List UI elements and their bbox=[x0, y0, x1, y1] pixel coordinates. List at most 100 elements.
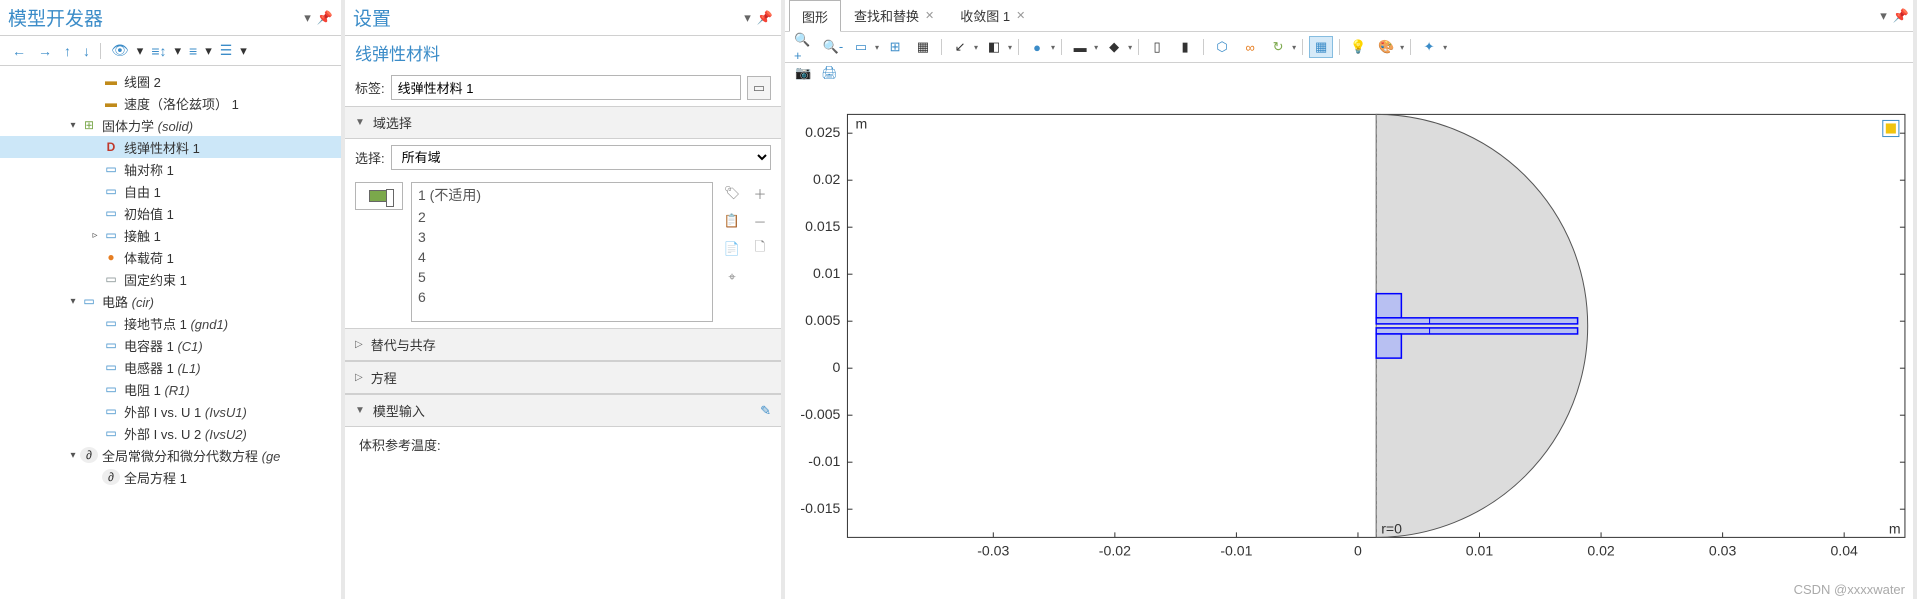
tree-row[interactable]: ▭接地节点 1 (gnd1) bbox=[0, 312, 341, 334]
edit-icon[interactable]: ✎ bbox=[760, 403, 771, 419]
expander-icon[interactable]: ▾ bbox=[66, 296, 80, 307]
expander-icon[interactable]: ▹ bbox=[88, 230, 102, 241]
plot-area[interactable]: m m r=0 0.0250.020.0150.010.0050-0.005-0… bbox=[785, 83, 1913, 599]
close-icon[interactable]: ✕ bbox=[1016, 9, 1025, 22]
tree-row[interactable]: ▭电阻 1 (R1) bbox=[0, 378, 341, 400]
camera-icon[interactable]: 📷 bbox=[795, 65, 811, 81]
svg-text:m: m bbox=[856, 115, 868, 131]
aperture-icon[interactable]: ✦ bbox=[1417, 36, 1441, 58]
clipboard-icon[interactable]: 📄 bbox=[721, 238, 743, 260]
tree-row[interactable]: ●体载荷 1 bbox=[0, 246, 341, 268]
domain-controls: 🏷 ＋ 📋 － 📄 🗋 ⌖ bbox=[721, 182, 771, 322]
down-button[interactable]: ↓ bbox=[79, 41, 94, 61]
tree-row[interactable]: ▭电感器 1 (L1) bbox=[0, 356, 341, 378]
node-icon: ▭ bbox=[102, 425, 120, 441]
show-icon[interactable]: 👁 bbox=[107, 40, 133, 61]
tree-row[interactable]: ▭外部 I vs. U 1 (IvsU1) bbox=[0, 400, 341, 422]
axis-icon[interactable]: ↙ bbox=[948, 36, 972, 58]
tag-input[interactable] bbox=[391, 75, 741, 100]
equation-header[interactable]: ▷ 方程 bbox=[345, 361, 781, 394]
tree-row[interactable]: ▬线圈 2 bbox=[0, 70, 341, 92]
paste-icon[interactable]: 🏷 bbox=[721, 182, 743, 204]
view-icon[interactable]: ◧ bbox=[982, 36, 1006, 58]
model-input-header[interactable]: ▼ 模型输入 ✎ bbox=[345, 394, 781, 427]
expander-icon[interactable]: ▾ bbox=[66, 450, 80, 461]
domain-selection-header[interactable]: ▼ 域选择 bbox=[345, 106, 781, 139]
dropdown-icon[interactable]: ▾ bbox=[1880, 8, 1887, 24]
zoom-extents-icon[interactable]: ⊞ bbox=[883, 36, 907, 58]
print-icon[interactable]: 🖨 bbox=[821, 65, 838, 81]
selection-dropdown[interactable]: 所有域 bbox=[391, 145, 771, 170]
tag-link-button[interactable]: ▭ bbox=[747, 76, 771, 100]
tree-row[interactable]: ▾▭电路 (cir) bbox=[0, 290, 341, 312]
zoom-select-icon[interactable]: ⌖ bbox=[721, 266, 743, 288]
pin-icon[interactable]: 📌 bbox=[757, 10, 773, 26]
deselect-icon[interactable]: ▮ bbox=[1173, 36, 1197, 58]
tree-row[interactable]: ▭外部 I vs. U 2 (IvsU2) bbox=[0, 422, 341, 444]
clear-icon[interactable]: 🗋 bbox=[749, 238, 771, 260]
tree-row[interactable]: ▭电容器 1 (C1) bbox=[0, 334, 341, 356]
domain-item[interactable]: 2 bbox=[412, 207, 712, 227]
select-all-icon[interactable]: ▯ bbox=[1145, 36, 1169, 58]
palette-icon[interactable]: 🎨 bbox=[1374, 36, 1398, 58]
tree-row[interactable]: ▬速度（洛伦兹项） 1 bbox=[0, 92, 341, 114]
activate-toggle[interactable] bbox=[355, 182, 403, 210]
tree-row[interactable]: ▭初始值 1 bbox=[0, 202, 341, 224]
copy-icon[interactable]: 📋 bbox=[721, 210, 743, 232]
domain-item[interactable]: 4 bbox=[412, 247, 712, 267]
zoom-box-icon[interactable]: ▭ bbox=[849, 36, 873, 58]
tree-row[interactable]: ▭自由 1 bbox=[0, 180, 341, 202]
model-builder-panel: 模型开发器 ▾ 📌 ← → ↑ ↓ 👁▾ ≡↕▾ ≡▾ ☰▾ ▬线圈 2▬速度（… bbox=[0, 0, 345, 599]
domain-item[interactable]: 6 bbox=[412, 287, 712, 307]
tab[interactable]: 收敛图 1✕ bbox=[947, 0, 1038, 31]
tree-row[interactable]: D线弹性材料 1 bbox=[0, 136, 341, 158]
zoom-out-icon[interactable]: 🔍- bbox=[821, 36, 845, 58]
collapse-icon[interactable]: ≡ bbox=[185, 41, 201, 61]
tab[interactable]: 图形 bbox=[789, 0, 841, 32]
graphics-panel: 图形查找和替换✕收敛图 1✕ ▾ 📌 🔍+ 🔍- ▭▾ ⊞ ▦ ↙▾ ◧▾ ●▾… bbox=[785, 0, 1917, 599]
tree-row[interactable]: ▭固定约束 1 bbox=[0, 268, 341, 290]
dropdown-icon[interactable]: ▾ bbox=[304, 10, 311, 26]
node-icon: ▭ bbox=[102, 337, 120, 353]
selection-row: 选择: 所有域 bbox=[345, 139, 781, 176]
expand-icon[interactable]: ≡↕ bbox=[147, 41, 170, 61]
tree-row[interactable]: ∂全局方程 1 bbox=[0, 466, 341, 488]
tree-row[interactable]: ▾⊞固体力学 (solid) bbox=[0, 114, 341, 136]
pin-icon[interactable]: 📌 bbox=[317, 10, 333, 26]
watermark: CSDN @xxxxwater bbox=[1794, 582, 1905, 597]
domain-list[interactable]: 1 (不适用)23456 bbox=[411, 182, 713, 322]
node-icon: ▭ bbox=[102, 183, 120, 199]
edge-icon[interactable]: ◆ bbox=[1102, 36, 1126, 58]
dropdown-icon[interactable]: ▾ bbox=[744, 10, 751, 26]
model-tree[interactable]: ▬线圈 2▬速度（洛伦兹项） 1▾⊞固体力学 (solid)D线弹性材料 1▭轴… bbox=[0, 66, 341, 599]
tree-label: 外部 I vs. U 2 (IvsU2) bbox=[124, 424, 341, 443]
add-button[interactable]: ＋ bbox=[749, 182, 771, 204]
zoom-in-icon[interactable]: 🔍+ bbox=[793, 36, 817, 58]
close-icon[interactable]: ✕ bbox=[925, 9, 934, 22]
forward-button[interactable]: → bbox=[34, 41, 56, 61]
tree-label: 电容器 1 (C1) bbox=[124, 336, 341, 355]
domain-item[interactable]: 1 (不适用) bbox=[412, 183, 712, 207]
chevron-right-icon: ▷ bbox=[355, 339, 363, 350]
back-button[interactable]: ← bbox=[8, 41, 30, 61]
tree-row[interactable]: ▭轴对称 1 bbox=[0, 158, 341, 180]
override-header[interactable]: ▷ 替代与共存 bbox=[345, 328, 781, 361]
expander-icon[interactable]: ▾ bbox=[66, 120, 80, 131]
remove-button[interactable]: － bbox=[749, 210, 771, 232]
link-icon[interactable]: ∞ bbox=[1238, 36, 1262, 58]
up-button[interactable]: ↑ bbox=[60, 41, 75, 61]
boundary-icon[interactable]: ▬ bbox=[1068, 36, 1092, 58]
list-icon[interactable]: ☰ bbox=[216, 40, 237, 61]
refresh-icon[interactable]: ↻ bbox=[1266, 36, 1290, 58]
pin-icon[interactable]: 📌 bbox=[1893, 8, 1909, 24]
zoom-selected-icon[interactable]: ▦ bbox=[911, 36, 935, 58]
tab[interactable]: 查找和替换✕ bbox=[841, 0, 947, 31]
grid-icon[interactable]: ▦ bbox=[1309, 36, 1333, 58]
light-icon[interactable]: 💡 bbox=[1346, 36, 1370, 58]
domain-icon[interactable]: ● bbox=[1025, 36, 1049, 58]
tree-row[interactable]: ▾∂全局常微分和微分代数方程 (ge bbox=[0, 444, 341, 466]
domain-item[interactable]: 5 bbox=[412, 267, 712, 287]
tree-row[interactable]: ▹▭接触 1 bbox=[0, 224, 341, 246]
domain-item[interactable]: 3 bbox=[412, 227, 712, 247]
mesh-icon[interactable]: ⬡ bbox=[1210, 36, 1234, 58]
